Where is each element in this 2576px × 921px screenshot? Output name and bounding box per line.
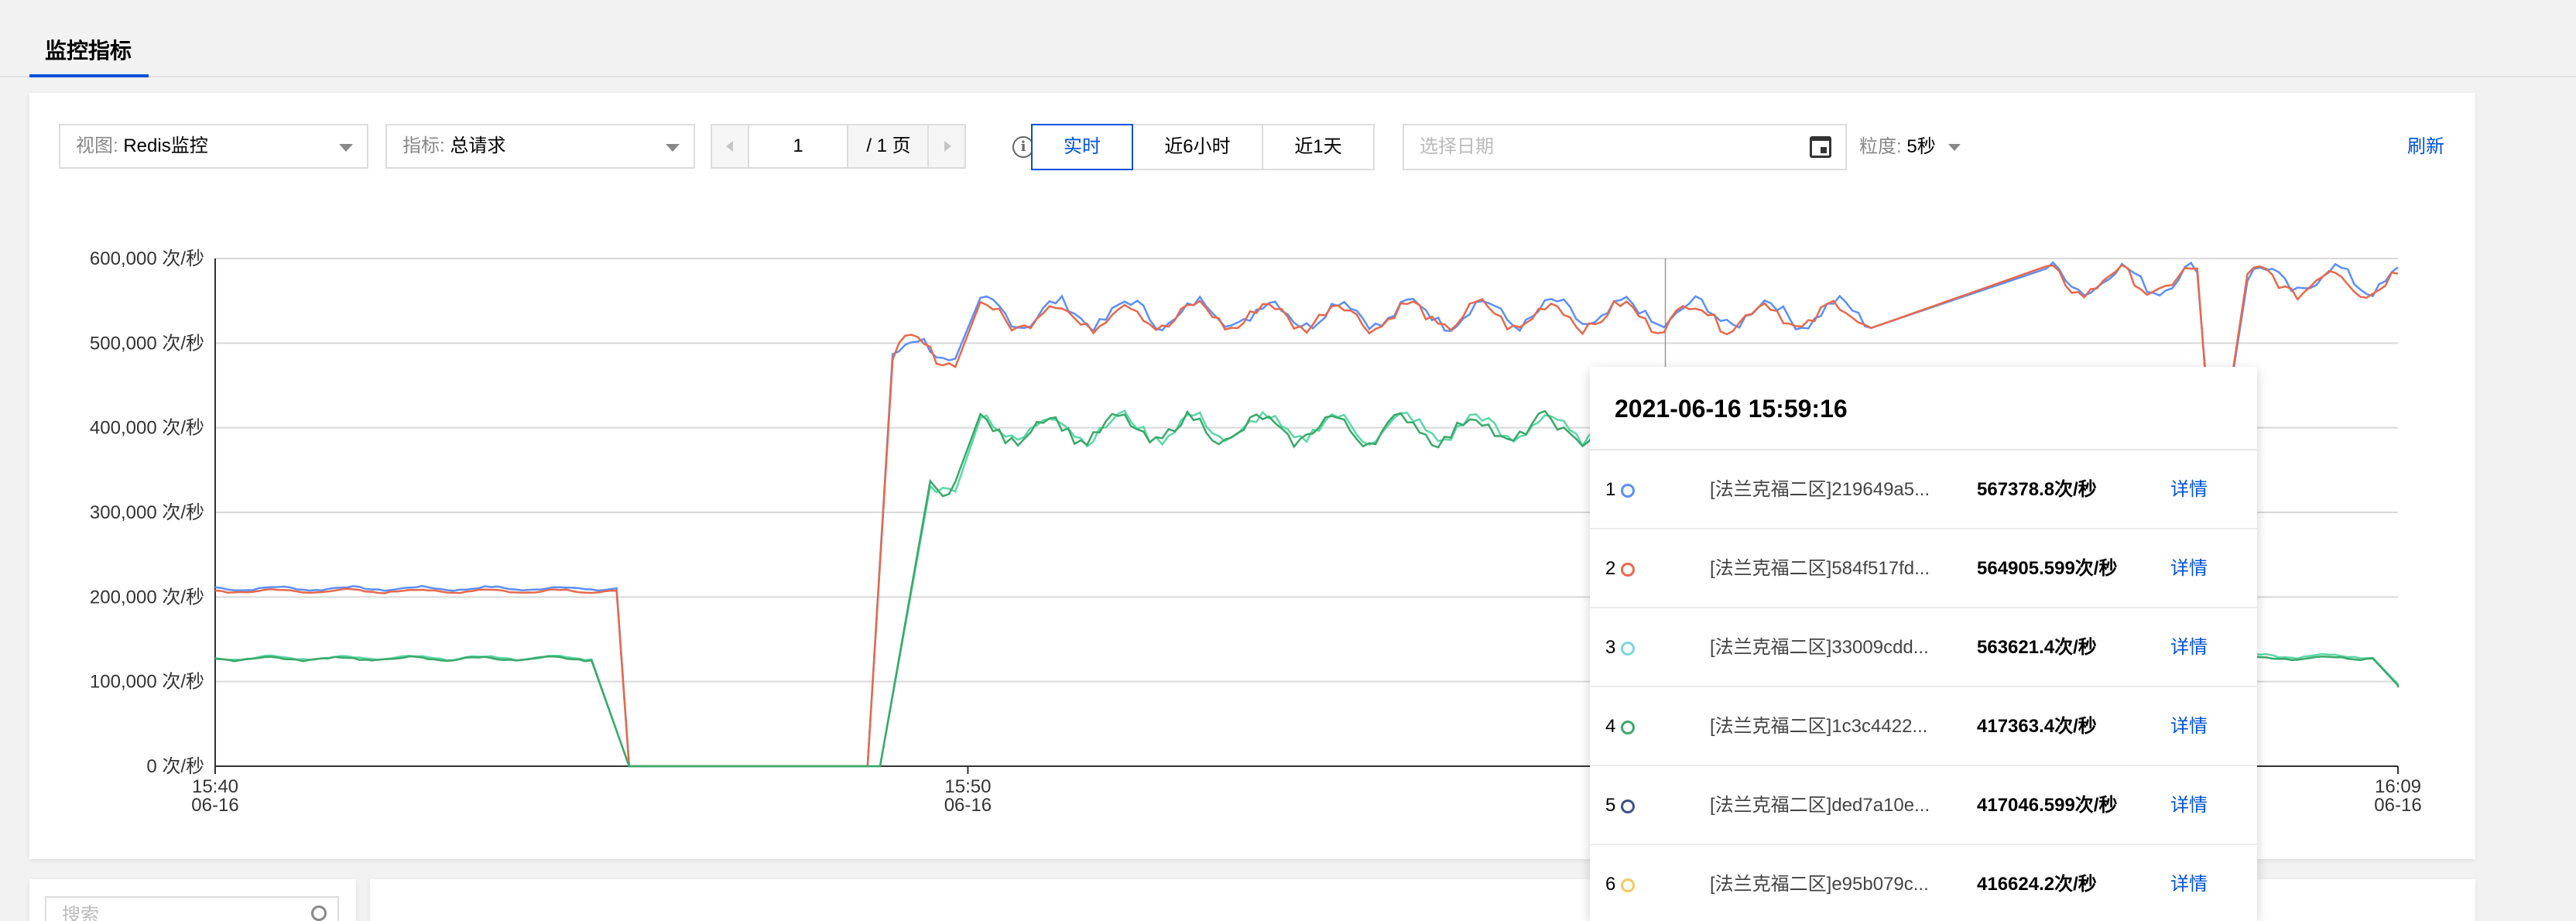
series-marker-icon xyxy=(1621,484,1635,498)
x-tick-date-label: 06-16 xyxy=(944,795,992,816)
tooltip-instance-name: [法兰克福二区]219649a5... xyxy=(1710,479,1930,500)
range-realtime-button[interactable]: 实时 xyxy=(1031,124,1133,170)
series-marker-icon xyxy=(1621,721,1635,734)
tooltip-instance-name: [法兰克福二区]ded7a10e... xyxy=(1710,795,1930,816)
search-placeholder: 搜索 xyxy=(62,905,99,921)
tooltip-row: 1 [法兰克福二区]219649a5... 567378.8次/秒 详情 xyxy=(1590,450,2257,529)
series-marker-icon xyxy=(1621,878,1635,892)
x-tick-label: 15:40 xyxy=(192,776,238,797)
tooltip-row-index: 2 xyxy=(1605,558,1616,579)
series-marker-icon xyxy=(1621,642,1635,656)
tooltip-row-index: 6 xyxy=(1605,874,1616,895)
detail-link[interactable]: 详情 xyxy=(2170,529,2208,608)
tooltip-value: 564905.599次/秒 xyxy=(1977,558,2118,579)
tooltip-row: 6 [法兰克福二区]e95b079c... 416624.2次/秒 详情 xyxy=(1590,845,2257,921)
tab-monitoring-metrics[interactable]: 监控指标 xyxy=(29,36,149,77)
y-tick-label: 400,000 次/秒 xyxy=(90,418,204,439)
y-tick-label: 300,000 次/秒 xyxy=(90,502,204,523)
x-tick-label: 15:50 xyxy=(944,776,991,797)
x-tick-date-label: 06-16 xyxy=(2374,795,2421,816)
detail-link[interactable]: 详情 xyxy=(2170,845,2208,921)
y-tick-label: 500,000 次/秒 xyxy=(90,333,204,354)
series-marker-icon xyxy=(1621,799,1635,813)
tooltip-row-index: 5 xyxy=(1605,795,1616,816)
x-tick-date-label: 06-16 xyxy=(191,795,238,816)
tooltip-instance-name: [法兰克福二区]e95b079c... xyxy=(1710,874,1929,895)
tooltip-row-index: 4 xyxy=(1605,716,1616,737)
search-input[interactable]: 搜索 xyxy=(45,896,339,921)
y-tick-label: 0 次/秒 xyxy=(146,756,204,777)
tooltip-row-index: 1 xyxy=(1605,479,1616,500)
series-marker-icon xyxy=(1621,563,1635,577)
tooltip-title: 2021-06-16 15:59:16 xyxy=(1590,367,2257,450)
detail-link[interactable]: 详情 xyxy=(2170,450,2208,529)
tooltip-value: 563621.4次/秒 xyxy=(1977,637,2097,658)
tooltip-row: 2 [法兰克福二区]584f517fd... 564905.599次/秒 详情 xyxy=(1590,529,2257,608)
y-tick-label: 200,000 次/秒 xyxy=(90,587,204,608)
tooltip-value: 567378.8次/秒 xyxy=(1977,479,2097,500)
tooltip-instance-name: [法兰克福二区]33009cdd... xyxy=(1710,637,1929,658)
y-tick-label: 600,000 次/秒 xyxy=(90,248,204,269)
tooltip-value: 416624.2次/秒 xyxy=(1977,874,2097,895)
tooltip-instance-name: [法兰克福二区]584f517fd... xyxy=(1710,558,1930,579)
tooltip-value: 417363.4次/秒 xyxy=(1977,716,2097,737)
detail-link[interactable]: 详情 xyxy=(2170,687,2208,766)
tooltip-row-index: 3 xyxy=(1605,637,1616,658)
search-icon[interactable] xyxy=(311,906,327,921)
tooltip-row: 4 [法兰克福二区]1c3c4422... 417363.4次/秒 详情 xyxy=(1590,687,2257,766)
detail-link[interactable]: 详情 xyxy=(2170,766,2208,845)
chart-tooltip: 2021-06-16 15:59:16 1 [法兰克福二区]219649a5...… xyxy=(1590,367,2257,921)
y-tick-label: 100,000 次/秒 xyxy=(90,672,204,693)
tooltip-instance-name: [法兰克福二区]1c3c4422... xyxy=(1710,716,1928,737)
tooltip-row: 5 [法兰克福二区]ded7a10e... 417046.599次/秒 详情 xyxy=(1590,766,2257,845)
tooltip-value: 417046.599次/秒 xyxy=(1977,795,2118,816)
detail-link[interactable]: 详情 xyxy=(2170,608,2208,687)
x-tick-label: 16:09 xyxy=(2375,776,2421,797)
tab-bar: 监控指标 xyxy=(0,0,2576,77)
tooltip-row: 3 [法兰克福二区]33009cdd... 563621.4次/秒 详情 xyxy=(1590,608,2257,687)
